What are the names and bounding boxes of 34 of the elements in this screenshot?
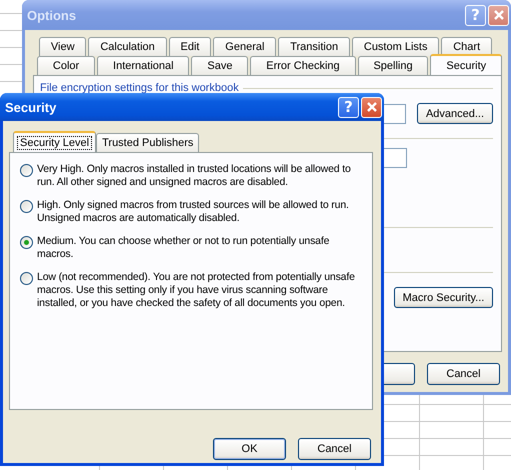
window-title: Options [27, 8, 76, 22]
tab[interactable]: View [39, 37, 86, 56]
dialog-title: Security [5, 100, 56, 114]
tab[interactable]: Calculation [88, 37, 167, 56]
option-label[interactable]: Medium. You can choose whether or not to run potentially unsafe macros. [37, 235, 360, 261]
close-icon [366, 101, 378, 113]
close-button[interactable] [361, 96, 382, 118]
close-icon [492, 9, 504, 21]
option-label[interactable]: High. Only signed macros from trusted sources will be allowed to run. Unsigned macros are automatically disabled. [37, 199, 360, 225]
macro-security-button[interactable]: Macro Security... [394, 287, 493, 308]
radio-button[interactable] [20, 236, 33, 249]
tab[interactable]: Security [430, 54, 502, 75]
ok-button[interactable]: OK [213, 438, 286, 460]
tab[interactable]: Security Level [13, 131, 96, 152]
cancel-button[interactable]: Cancel [298, 438, 371, 460]
tab[interactable]: Custom Lists [352, 37, 440, 56]
tab[interactable]: Error Checking [250, 56, 356, 75]
radio-button[interactable] [20, 164, 33, 177]
radio-button[interactable] [20, 272, 33, 285]
tab[interactable]: Trusted Publishers [96, 133, 200, 152]
tab[interactable]: Color [37, 56, 96, 75]
tab[interactable]: Save [191, 56, 248, 75]
section-heading: File encryption settings for this workbook [40, 82, 239, 94]
tab[interactable]: Spelling [358, 56, 428, 75]
option-label[interactable]: Very High. Only macros installed in trusted locations will be allowed to run. All other signed and unsigned macros are disabled. [37, 163, 360, 189]
cancel-button[interactable]: Cancel [427, 363, 500, 385]
option-label[interactable]: Low (not recommended). You are not protected from potentially unsafe macros. Use this setting only if you have virus scanning software installed, or you have checked the safety of all documents you open. [37, 271, 360, 310]
tab[interactable]: Transition [278, 37, 350, 56]
tab[interactable]: Edit [168, 37, 212, 56]
help-button[interactable]: ? [338, 96, 359, 118]
radio-button[interactable] [20, 200, 33, 213]
tab[interactable]: International [97, 56, 190, 75]
advanced-button[interactable]: Advanced... [417, 103, 493, 124]
tab[interactable]: General [213, 37, 276, 56]
